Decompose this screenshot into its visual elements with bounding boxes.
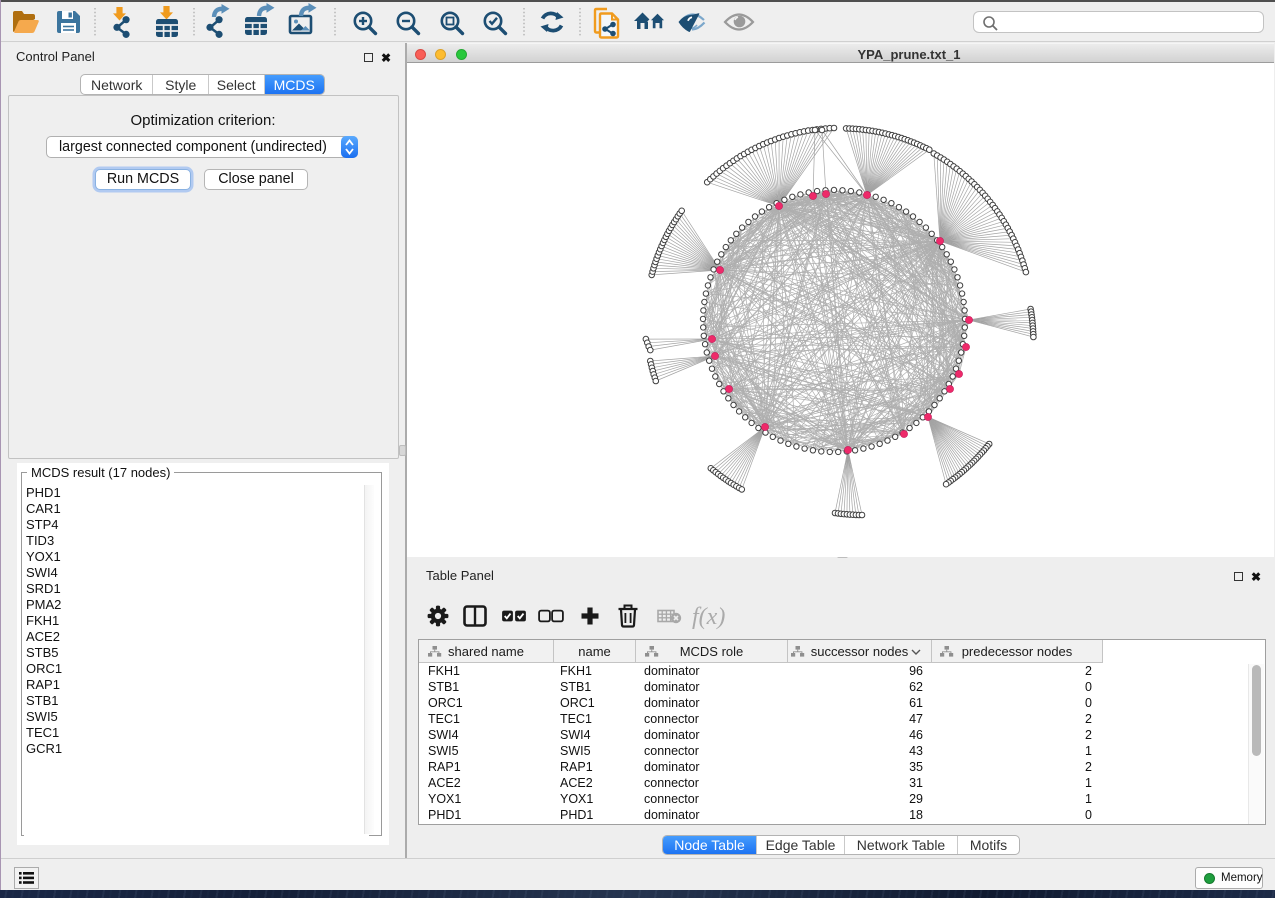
svg-text:f(x): f(x) <box>692 604 725 630</box>
